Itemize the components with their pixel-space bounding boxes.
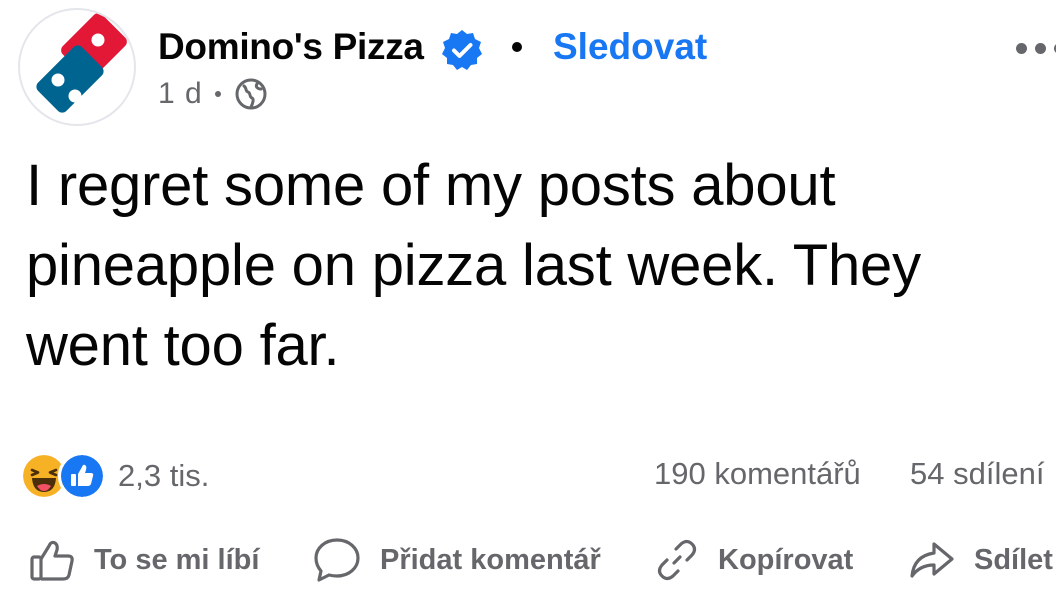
share-button[interactable]: Sdílet bbox=[908, 534, 1053, 586]
page-avatar[interactable] bbox=[18, 8, 136, 126]
comment-bubble-icon bbox=[314, 538, 360, 582]
post-card: Domino's Pizza Sledovat 1 d I regret som… bbox=[0, 0, 1056, 612]
separator-dot bbox=[512, 42, 522, 52]
post-text: I regret some of my posts about pineappl… bbox=[26, 153, 921, 378]
thumbs-up-icon bbox=[30, 540, 74, 581]
like-button[interactable]: To se mi líbí bbox=[28, 534, 259, 586]
meta-separator-dot bbox=[214, 91, 221, 97]
reactions-summary[interactable]: 2,3 tis. bbox=[20, 452, 210, 500]
more-options-icon[interactable] bbox=[1016, 38, 1056, 58]
shares-count[interactable]: 54 sdílení bbox=[910, 456, 1044, 492]
like-reaction-icon bbox=[58, 452, 106, 500]
dominos-logo-icon bbox=[36, 13, 127, 113]
comment-button-label: Přidat komentář bbox=[380, 543, 601, 576]
copy-button[interactable]: Kopírovat bbox=[654, 534, 853, 586]
share-arrow-icon bbox=[910, 542, 954, 578]
page-name[interactable]: Domino's Pizza bbox=[158, 24, 424, 70]
globe-icon[interactable] bbox=[235, 78, 267, 110]
link-icon bbox=[657, 539, 697, 581]
reaction-count: 2,3 tis. bbox=[118, 458, 210, 493]
comment-button[interactable]: Přidat komentář bbox=[312, 534, 601, 586]
post-time[interactable]: 1 d bbox=[158, 77, 203, 111]
copy-button-label: Kopírovat bbox=[718, 543, 854, 576]
share-button-label: Sdílet bbox=[974, 543, 1053, 576]
follow-button[interactable]: Sledovat bbox=[553, 24, 707, 70]
like-button-label: To se mi líbí bbox=[94, 543, 260, 576]
comments-count[interactable]: 190 komentářů bbox=[654, 456, 861, 492]
verified-badge-icon bbox=[442, 30, 482, 70]
post-meta: 1 d bbox=[158, 76, 267, 112]
